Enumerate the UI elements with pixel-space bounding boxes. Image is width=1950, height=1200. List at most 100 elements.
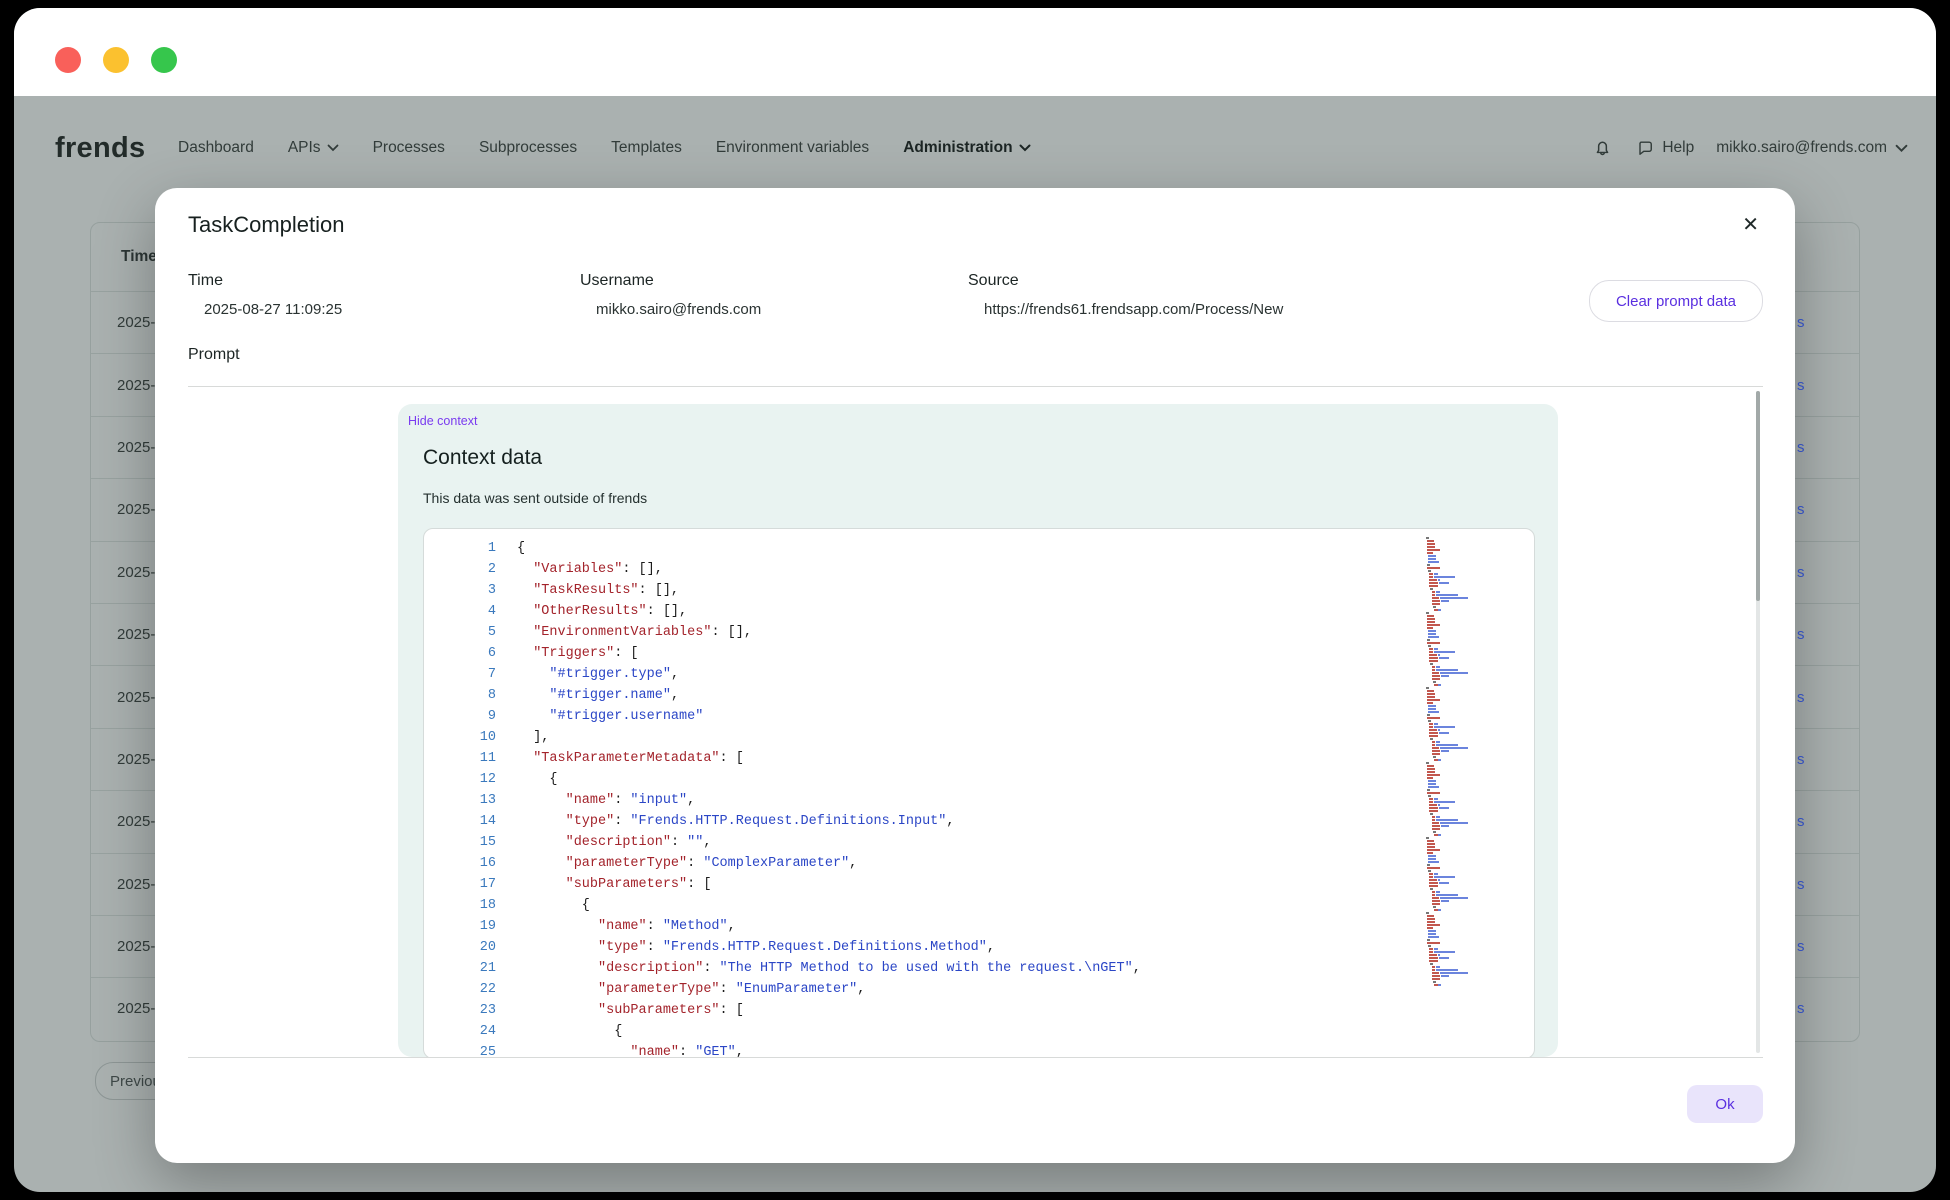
line-number: 25 bbox=[424, 1042, 496, 1057]
line-number: 10 bbox=[424, 727, 496, 748]
zoom-traffic-light[interactable] bbox=[151, 47, 177, 73]
nav-label: Administration bbox=[903, 139, 1012, 157]
nav-item-processes[interactable]: Processes bbox=[373, 139, 445, 157]
chevron-down-icon bbox=[1895, 144, 1908, 153]
username-value: mikko.sairo@frends.com bbox=[596, 301, 761, 318]
line-number: 3 bbox=[424, 580, 496, 601]
line-number: 16 bbox=[424, 853, 496, 874]
nav-item-apis[interactable]: APIs bbox=[288, 139, 339, 157]
ok-button[interactable]: Ok bbox=[1687, 1085, 1763, 1123]
code-line: "name": "input", bbox=[517, 790, 1141, 811]
code-line: "parameterType": "EnumParameter", bbox=[517, 979, 1141, 1000]
source-field: Source https://frends61.frendsapp.com/Pr… bbox=[968, 272, 1283, 318]
code-line: "name": "Method", bbox=[517, 916, 1141, 937]
window-titlebar bbox=[14, 8, 1936, 96]
code-line: "#trigger.type", bbox=[517, 664, 1141, 685]
user-email: mikko.sairo@frends.com bbox=[1716, 139, 1887, 157]
nav-right-cluster: Help mikko.sairo@frends.com bbox=[1592, 96, 1908, 200]
scrollbar-thumb[interactable] bbox=[1756, 391, 1760, 601]
app-window: frends Dashboard APIs Processes Subproce… bbox=[14, 8, 1936, 1192]
nav-item-templates[interactable]: Templates bbox=[611, 139, 682, 157]
nav-item-dashboard[interactable]: Dashboard bbox=[178, 139, 254, 157]
line-number: 4 bbox=[424, 601, 496, 622]
notifications-bell-icon[interactable] bbox=[1592, 138, 1613, 159]
modal-title: TaskCompletion bbox=[188, 212, 345, 238]
prompt-label: Prompt bbox=[188, 346, 240, 364]
source-value: https://frends61.frendsapp.com/Process/N… bbox=[984, 301, 1283, 318]
code-line: "TaskParameterMetadata": [ bbox=[517, 748, 1141, 769]
line-number: 12 bbox=[424, 769, 496, 790]
code-viewer: 1234567891011121314151617181920212223242… bbox=[423, 528, 1535, 1057]
line-number: 23 bbox=[424, 1000, 496, 1021]
code-line: "description": "The HTTP Method to be us… bbox=[517, 958, 1141, 979]
line-number: 11 bbox=[424, 748, 496, 769]
nav-label: Subprocesses bbox=[479, 139, 577, 157]
code-line: "OtherResults": [], bbox=[517, 601, 1141, 622]
line-number: 20 bbox=[424, 937, 496, 958]
code-line: "Triggers": [ bbox=[517, 643, 1141, 664]
line-number: 18 bbox=[424, 895, 496, 916]
nav-label: Templates bbox=[611, 139, 682, 157]
code-line: "name": "GET", bbox=[517, 1042, 1141, 1057]
frends-logo[interactable]: frends bbox=[55, 96, 145, 200]
line-number: 15 bbox=[424, 832, 496, 853]
line-number: 9 bbox=[424, 706, 496, 727]
line-number: 1 bbox=[424, 538, 496, 559]
code-line-numbers: 1234567891011121314151617181920212223242… bbox=[424, 538, 496, 1057]
code-line: { bbox=[517, 1021, 1141, 1042]
prompt-divider-bottom bbox=[188, 1057, 1763, 1058]
line-number: 2 bbox=[424, 559, 496, 580]
code-line: "#trigger.username" bbox=[517, 706, 1141, 727]
username-label: Username bbox=[580, 272, 761, 290]
username-field: Username mikko.sairo@frends.com bbox=[580, 272, 761, 318]
chevron-down-icon bbox=[1019, 144, 1031, 152]
help-label: Help bbox=[1662, 139, 1694, 157]
nav-item-environment-variables[interactable]: Environment variables bbox=[716, 139, 869, 157]
code-line: { bbox=[517, 895, 1141, 916]
code-minimap[interactable] bbox=[1426, 537, 1518, 997]
line-number: 5 bbox=[424, 622, 496, 643]
time-value: 2025-08-27 11:09:25 bbox=[204, 301, 342, 318]
code-line: "subParameters": [ bbox=[517, 1000, 1141, 1021]
line-number: 14 bbox=[424, 811, 496, 832]
code-content: { "Variables": [], "TaskResults": [], "O… bbox=[517, 538, 1141, 1057]
line-number: 22 bbox=[424, 979, 496, 1000]
code-line: "Variables": [], bbox=[517, 559, 1141, 580]
chat-bubble-icon bbox=[1635, 138, 1655, 158]
chevron-down-icon bbox=[327, 144, 339, 152]
prompt-divider-top bbox=[188, 386, 1763, 387]
nav-item-administration[interactable]: Administration bbox=[903, 139, 1030, 157]
line-number: 24 bbox=[424, 1021, 496, 1042]
close-icon[interactable]: ✕ bbox=[1742, 212, 1759, 237]
code-line: "#trigger.name", bbox=[517, 685, 1141, 706]
user-menu[interactable]: mikko.sairo@frends.com bbox=[1716, 139, 1908, 157]
line-number: 7 bbox=[424, 664, 496, 685]
prompt-scrollbar[interactable] bbox=[1756, 391, 1760, 1053]
nav-item-subprocesses[interactable]: Subprocesses bbox=[479, 139, 577, 157]
hide-context-link[interactable]: Hide context bbox=[408, 414, 477, 428]
nav-label: Processes bbox=[373, 139, 445, 157]
code-line: ], bbox=[517, 727, 1141, 748]
ok-button-label: Ok bbox=[1715, 1096, 1734, 1113]
context-data-title: Context data bbox=[423, 446, 542, 470]
column-header-label: Time bbox=[121, 248, 157, 266]
nav-label: Environment variables bbox=[716, 139, 869, 157]
context-data-subtitle: This data was sent outside of frends bbox=[423, 490, 647, 506]
code-line: "subParameters": [ bbox=[517, 874, 1141, 895]
help-button[interactable]: Help bbox=[1635, 138, 1694, 158]
minimize-traffic-light[interactable] bbox=[103, 47, 129, 73]
time-field: Time 2025-08-27 11:09:25 bbox=[188, 272, 342, 318]
line-number: 13 bbox=[424, 790, 496, 811]
code-body: 1234567891011121314151617181920212223242… bbox=[424, 538, 1534, 1057]
line-number: 6 bbox=[424, 643, 496, 664]
nav-label: Dashboard bbox=[178, 139, 254, 157]
task-completion-modal: TaskCompletion ✕ Time 2025-08-27 11:09:2… bbox=[155, 188, 1795, 1163]
context-data-panel: Hide context Context data This data was … bbox=[398, 404, 1558, 1057]
source-label: Source bbox=[968, 272, 1283, 290]
code-line: { bbox=[517, 769, 1141, 790]
clear-prompt-data-button[interactable]: Clear prompt data bbox=[1589, 280, 1763, 322]
line-number: 19 bbox=[424, 916, 496, 937]
close-traffic-light[interactable] bbox=[55, 47, 81, 73]
line-number: 21 bbox=[424, 958, 496, 979]
code-line: { bbox=[517, 538, 1141, 559]
